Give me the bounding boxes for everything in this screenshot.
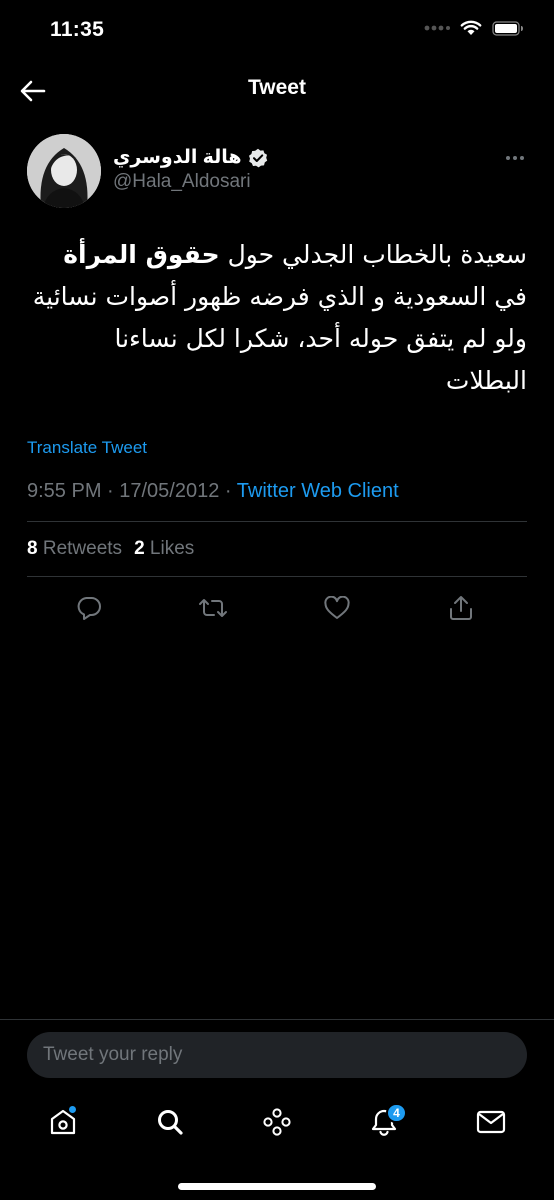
translate-tweet-link[interactable]: Translate Tweet: [27, 438, 527, 458]
likes-label: Likes: [149, 538, 195, 559]
status-bar: 11:35: [0, 0, 554, 62]
verified-badge-icon: [248, 148, 267, 167]
retweets-stat[interactable]: 8 Retweets: [27, 538, 122, 560]
tweet-detail: هالة الدوسري @Hala_Aldosari سعيدة بالخطا…: [27, 130, 527, 639]
header: Tweet: [0, 62, 554, 118]
share-icon: [450, 596, 472, 620]
tweet-actions: [27, 577, 527, 639]
tweet-timestamp: 9:55 PM · 17/05/2012 ·: [27, 480, 237, 502]
reply-icon: [77, 597, 101, 620]
tab-home[interactable]: [38, 1097, 88, 1147]
cellular-signal-icon: [424, 25, 450, 31]
reply-bar: [0, 1019, 554, 1091]
retweets-count: 8: [27, 538, 38, 559]
bottom-tab-bar: 4: [0, 1092, 554, 1152]
author-names: هالة الدوسري @Hala_Aldosari: [113, 146, 268, 193]
more-options-button[interactable]: [503, 150, 527, 166]
stats-row: 8 Retweets 2 Likes: [27, 522, 527, 576]
like-icon: [324, 596, 350, 619]
tab-search[interactable]: [145, 1097, 195, 1147]
tweet-text: سعيدة بالخطاب الجدلي حول حقوق المرأة في …: [27, 234, 527, 402]
reply-input[interactable]: [27, 1032, 527, 1078]
tweet-text-hashtag-bold: حقوق المرأة: [63, 240, 220, 269]
reply-button[interactable]: [27, 588, 151, 628]
tweet-client-link[interactable]: Twitter Web Client: [237, 480, 399, 502]
author-row: هالة الدوسري @Hala_Aldosari: [27, 130, 527, 210]
status-time: 11:35: [50, 18, 105, 41]
retweets-label: Retweets: [42, 538, 123, 559]
tweet-meta: 9:55 PM · 17/05/2012 · Twitter Web Clien…: [27, 480, 527, 503]
home-indicator: [178, 1183, 376, 1190]
notifications-badge: 4: [386, 1103, 407, 1123]
share-button[interactable]: [399, 588, 523, 628]
page-title: Tweet: [248, 76, 306, 99]
avatar-photo-icon: [27, 134, 101, 208]
like-button[interactable]: [275, 588, 399, 628]
messages-icon: [476, 1110, 505, 1134]
tab-messages[interactable]: [466, 1097, 516, 1147]
search-icon: [158, 1110, 183, 1135]
more-dots-icon: [506, 156, 524, 160]
retweet-button[interactable]: [151, 588, 275, 628]
tweet-text-part-1: سعيدة بالخطاب الجدلي حول: [219, 240, 527, 269]
likes-stat[interactable]: 2 Likes: [134, 538, 194, 560]
status-icons: [424, 20, 524, 36]
wifi-icon: [460, 20, 482, 35]
tweet-text-part-2: في السعودية و الذي فرضه ظهور أصوات نسائي…: [32, 282, 527, 395]
likes-count: 2: [134, 538, 145, 559]
spaces-icon: [263, 1108, 291, 1136]
retweet-icon: [199, 599, 227, 617]
tab-spaces[interactable]: [252, 1097, 302, 1147]
display-name[interactable]: هالة الدوسري: [113, 146, 242, 169]
avatar[interactable]: [27, 134, 101, 208]
display-name-row: هالة الدوسري: [113, 146, 268, 169]
tab-notifications[interactable]: 4: [359, 1097, 409, 1147]
author-handle[interactable]: @Hala_Aldosari: [113, 171, 268, 193]
battery-icon: [492, 20, 523, 36]
